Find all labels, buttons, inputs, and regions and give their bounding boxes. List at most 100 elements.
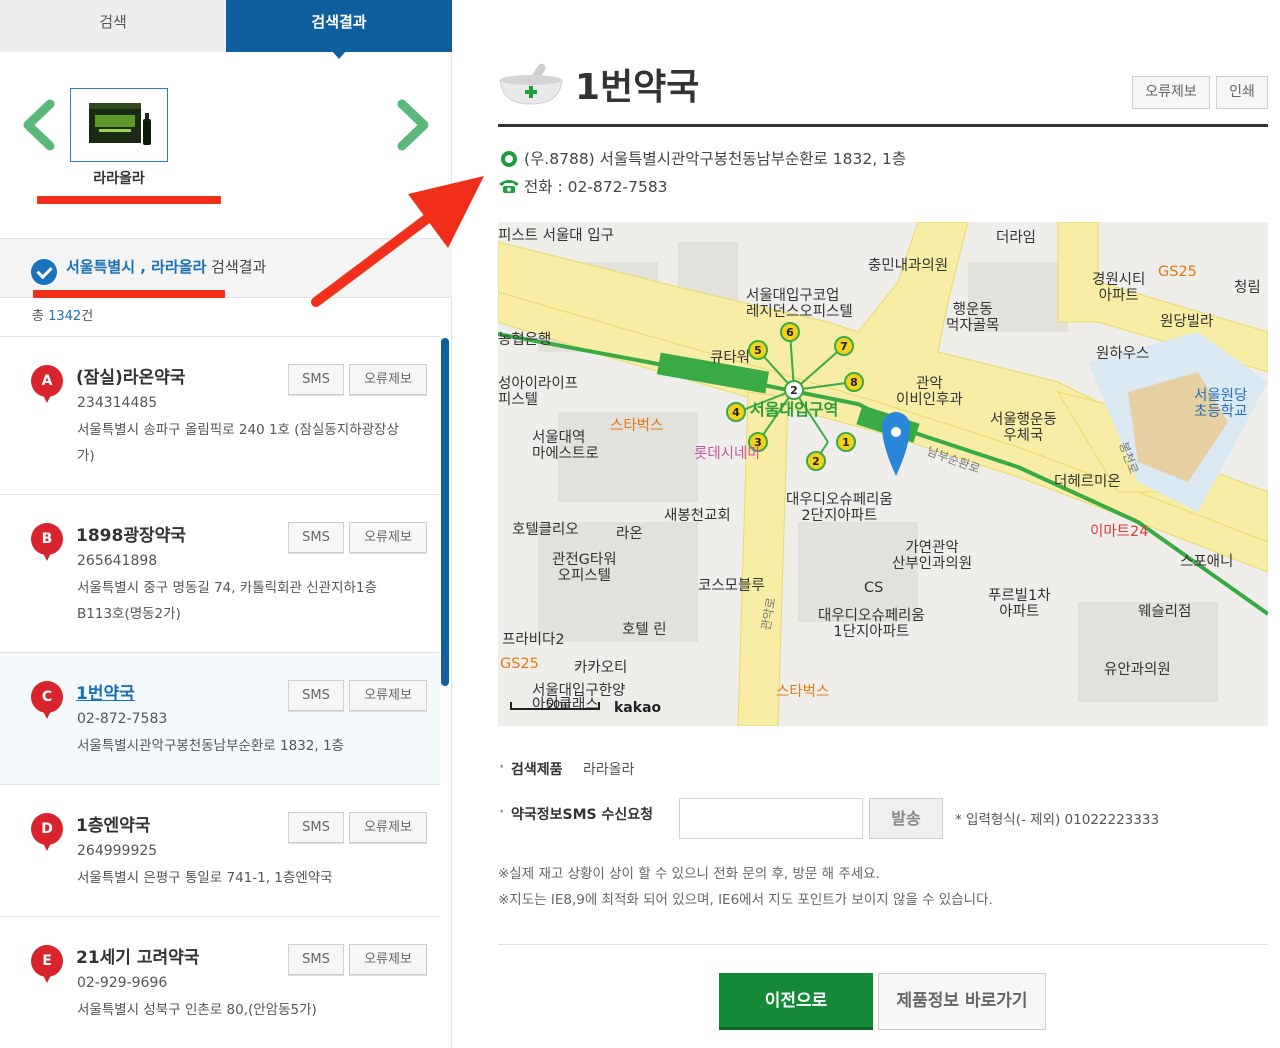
map-label: 대우디오슈페리움 2단지아파트 — [786, 492, 893, 524]
map-label: 프라비다2 — [502, 632, 565, 648]
total-prefix: 총 — [32, 309, 49, 324]
result-keyword: 라라올라 — [151, 258, 207, 276]
page-title: 1번약국 — [575, 67, 700, 108]
pharmacy-name[interactable]: (잠실)라온약국 — [76, 363, 185, 388]
result-separator: , — [135, 258, 152, 276]
subway-exit-label: 5 — [754, 344, 762, 357]
tab-bar: 검색 검색결과 — [0, 0, 452, 59]
list-item[interactable]: E 21세기 고려약국 02-929-9696 서울특별시 성북구 인촌로 80… — [0, 917, 440, 1048]
station-label: 서울대입구역 — [750, 400, 839, 419]
map-label: 롯데시네마 — [694, 446, 761, 462]
check-circle-icon — [31, 259, 57, 285]
map-label: 큐타워 — [710, 350, 751, 366]
total-number: 1342 — [48, 309, 82, 324]
sms-button[interactable]: SMS — [288, 522, 344, 553]
pharmacy-phone: 02-929-9696 — [77, 975, 168, 991]
pin-letter: C — [31, 681, 63, 713]
mortar-pestle-icon — [499, 63, 563, 105]
map-label: 서울대입구코업 레지던스오피스텔 — [746, 288, 853, 320]
left-panel: 검색 검색결과 라라올라 서울특별시 , 라라올라 검색결과 총 1342건 A… — [0, 0, 452, 1048]
pharmacy-phone: 265641898 — [77, 553, 158, 569]
list-item[interactable]: A (잠실)라온약국 234314485 서울특별시 송파구 올림픽로 240 … — [0, 337, 440, 495]
map-label: 호텔클리오 — [512, 522, 579, 538]
report-error-button[interactable]: 오류제보 — [349, 522, 427, 553]
map-label: 원하우스 — [1096, 346, 1150, 362]
map-attribution: kakao — [614, 700, 662, 716]
map-label: 성아이라이프 피스텔 — [498, 376, 579, 408]
pharmacy-list: A (잠실)라온약국 234314485 서울특별시 송파구 올림픽로 240 … — [0, 336, 440, 1048]
subway-exit-label: 2 — [812, 455, 820, 468]
map-label: GS25 — [1158, 264, 1197, 280]
map-label: 대우디오슈페리움 1단지아파트 — [818, 608, 925, 640]
map-label: 충민내과의원 — [868, 258, 949, 274]
report-error-button[interactable]: 오류제보 — [349, 680, 427, 711]
stock-notice: ※실제 재고 상황이 상이 할 수 있으니 전화 문의 후, 방문 해 주세요. — [498, 866, 880, 882]
sms-request-label: 약국정보SMS 수신요청 — [499, 804, 653, 824]
map-label: 스포애니 — [1180, 554, 1234, 570]
back-button[interactable]: 이전으로 — [719, 973, 873, 1030]
map[interactable]: 123456782 피스트 서울대 입구 농협은행 성아이라이프 피스텔 서울대… — [498, 222, 1268, 726]
list-item-selected[interactable]: C 1번약국 02-872-7583 서울특별시관악구봉천동남부순환로 1832… — [0, 653, 440, 785]
subway-exit-label: 8 — [850, 376, 858, 389]
product-thumbnail[interactable] — [70, 88, 168, 162]
map-label: 경원시티 아파트 — [1092, 272, 1146, 304]
result-suffix: 검색결과 — [206, 258, 267, 276]
report-error-button[interactable]: 오류제보 — [349, 812, 427, 843]
list-item[interactable]: B 1898광장약국 265641898 서울특별시 중구 명동길 74, 카톨… — [0, 495, 440, 653]
product-info-button[interactable]: 제품정보 바로가기 — [878, 973, 1046, 1030]
pharmacy-name[interactable]: 1층엔약국 — [76, 811, 150, 836]
divider — [498, 124, 1268, 127]
scrollbar-thumb[interactable] — [441, 338, 449, 686]
pharmacy-phone: 264999925 — [77, 843, 158, 859]
report-error-button[interactable]: 오류제보 — [1132, 76, 1210, 109]
tab-search[interactable]: 검색 — [0, 0, 226, 52]
send-button[interactable]: 발송 — [869, 798, 943, 839]
report-error-button[interactable]: 오류제보 — [349, 364, 427, 395]
map-label: 유안과의원 — [1104, 662, 1171, 678]
pin-letter: A — [31, 365, 63, 397]
pharmacy-name[interactable]: 21세기 고려약국 — [76, 943, 199, 968]
chevron-left-icon[interactable] — [20, 98, 60, 152]
sms-button[interactable]: SMS — [288, 680, 344, 711]
map-label: 더라임 — [996, 230, 1037, 246]
map-label: 관전G타워 오피스텔 — [552, 552, 617, 584]
map-label: 행운동 먹자골목 — [946, 302, 1000, 334]
total-suffix: 건 — [81, 309, 94, 324]
pharmacy-name[interactable]: 1번약국 — [76, 679, 135, 704]
phone-icon — [499, 180, 519, 193]
map-pin-icon: E — [31, 945, 63, 985]
tab-results[interactable]: 검색결과 — [226, 0, 452, 59]
pharmacy-phone: 234314485 — [77, 395, 158, 411]
phone-number-input[interactable] — [679, 798, 863, 839]
map-pin-icon: A — [31, 365, 63, 405]
subway-exit-label: 6 — [786, 326, 794, 339]
sms-button[interactable]: SMS — [288, 364, 344, 395]
map-label: 피스트 서울대 입구 — [498, 228, 614, 244]
print-button[interactable]: 인쇄 — [1216, 76, 1268, 109]
map-label: 청림 — [1234, 280, 1261, 296]
input-format-hint: * 입력형식(- 제외) 01022223333 — [955, 812, 1160, 828]
chevron-right-icon[interactable] — [392, 98, 432, 152]
map-label: 이마트24 — [1090, 524, 1149, 540]
map-label: 웨슬리점 — [1138, 604, 1192, 620]
map-scale-label: 50m — [546, 698, 571, 711]
pharmacy-name[interactable]: 1898광장약국 — [76, 521, 186, 546]
map-label: 스타벅스 — [776, 684, 830, 700]
map-label: 관악 이비인후과 — [896, 376, 963, 408]
list-item[interactable]: D 1층엔약국 264999925 서울특별시 은평구 통일로 741-1, 1… — [0, 785, 440, 917]
pin-letter: D — [31, 813, 63, 845]
map-pin-icon: C — [31, 681, 63, 721]
map-notice: ※지도는 IE8,9에 최적화 되어 있으며, IE6에서 지도 포인트가 보이… — [498, 892, 993, 908]
map-label: 스타벅스 — [610, 418, 664, 434]
report-error-button[interactable]: 오류제보 — [349, 944, 427, 975]
location-icon — [501, 151, 517, 167]
result-region: 서울특별시 — [66, 258, 136, 276]
sms-button[interactable]: SMS — [288, 812, 344, 843]
map-label: 서울원당 초등학교 — [1194, 388, 1248, 420]
pharmacy-address: 서울특별시 성북구 인촌로 80,(안암동5가) — [77, 1002, 317, 1018]
map-label: CS — [864, 580, 884, 596]
pharmacy-address: (우.8788) 서울특별시관악구봉천동남부순환로 1832, 1층 — [524, 150, 907, 168]
map-label: 서울대역 마에스트로 — [532, 430, 599, 462]
map-label: 농협은행 — [498, 332, 552, 348]
sms-button[interactable]: SMS — [288, 944, 344, 975]
